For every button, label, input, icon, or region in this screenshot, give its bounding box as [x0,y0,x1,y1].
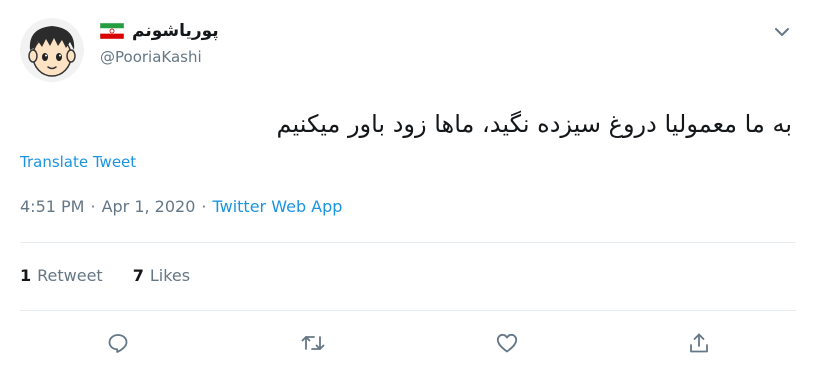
reply-icon[interactable] [105,330,131,356]
tweet-text: به ما معمولیا دروغ سیزده نگید، ماها زود … [276,110,793,138]
retweet-count: 1 [20,266,32,285]
share-icon[interactable] [686,330,712,356]
tweet-date[interactable]: Apr 1, 2020 [102,197,196,216]
user-block: پوریاشونم @PooriaKashi [99,18,219,66]
iran-flag-icon [99,22,125,40]
translate-tweet-link[interactable]: Translate Tweet [20,153,136,171]
divider [20,242,796,243]
meta-separator: · [90,197,96,216]
tweet-meta: 4:51 PM · Apr 1, 2020 · Twitter Web App [20,197,342,216]
avatar[interactable] [20,18,84,82]
stats-row: 1 Retweet 7 Likes [20,266,190,285]
likes-stat[interactable]: 7 Likes [133,266,190,285]
like-icon[interactable] [494,330,520,356]
likes-label: Likes [149,266,191,285]
likes-count: 7 [132,266,144,285]
tweet-time[interactable]: 4:51 PM [20,197,84,216]
name-row: پوریاشونم [99,18,219,44]
tweet-source-link[interactable]: Twitter Web App [213,197,343,216]
divider [20,310,796,311]
retweet-icon[interactable] [300,330,326,356]
chevron-down-icon[interactable] [770,20,794,44]
meta-separator: · [201,197,207,216]
display-name[interactable]: پوریاشونم [132,21,219,41]
retweet-label: Retweet [37,266,103,285]
retweet-stat[interactable]: 1 Retweet [20,266,103,285]
user-handle[interactable]: @PooriaKashi [100,48,219,66]
